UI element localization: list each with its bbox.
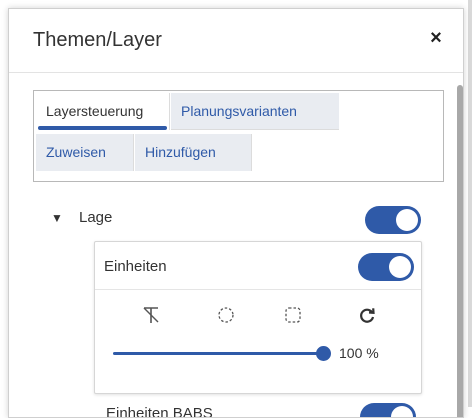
tab-hinzufuegen[interactable]: Hinzufügen [135,134,252,171]
layer-card-header: Einheiten [95,242,421,290]
toggle-knob [391,406,413,417]
tab-zuweisen[interactable]: Zuweisen [36,134,134,171]
tab-planungsvarianten[interactable]: Planungsvarianten [171,93,339,130]
close-button[interactable]: × [425,27,447,49]
opacity-slider-track[interactable] [113,352,323,355]
layer-row-einheiten-babs: Einheiten BABS [9,401,463,417]
collapse-caret-icon[interactable]: ▼ [51,211,63,225]
panel-header: Themen/Layer × [9,9,463,73]
layer-group-lage: ▼ Lage [51,204,421,234]
layer-tool-row [95,304,421,328]
layer-group-label: Lage [79,209,113,226]
layer-card-einheiten: Einheiten 100 % [94,241,422,394]
layer-label: Einheiten [104,258,167,275]
tab-bar: Layersteuerung Planungsvarianten Zuweise… [33,90,444,182]
page-edge [468,0,472,407]
einheiten-toggle[interactable] [358,253,414,281]
lage-toggle[interactable] [365,206,421,234]
toggle-knob [389,256,411,278]
scrollbar[interactable] [457,85,463,417]
opacity-value: 100 % [339,345,379,361]
panel-title: Themen/Layer [33,29,162,51]
rect-select-icon[interactable] [282,304,304,326]
themen-layer-panel: Themen/Layer × Layersteuerung Planungsva… [8,8,464,418]
toggle-knob [396,209,418,231]
strikethrough-t-icon[interactable] [140,304,162,326]
refresh-icon[interactable] [356,304,378,326]
circle-select-icon[interactable] [215,304,237,326]
opacity-slider-thumb[interactable] [316,346,331,361]
opacity-slider-row: 100 % [95,342,421,366]
einheiten-babs-toggle[interactable] [360,403,416,417]
tab-layersteuerung[interactable]: Layersteuerung [36,93,170,130]
